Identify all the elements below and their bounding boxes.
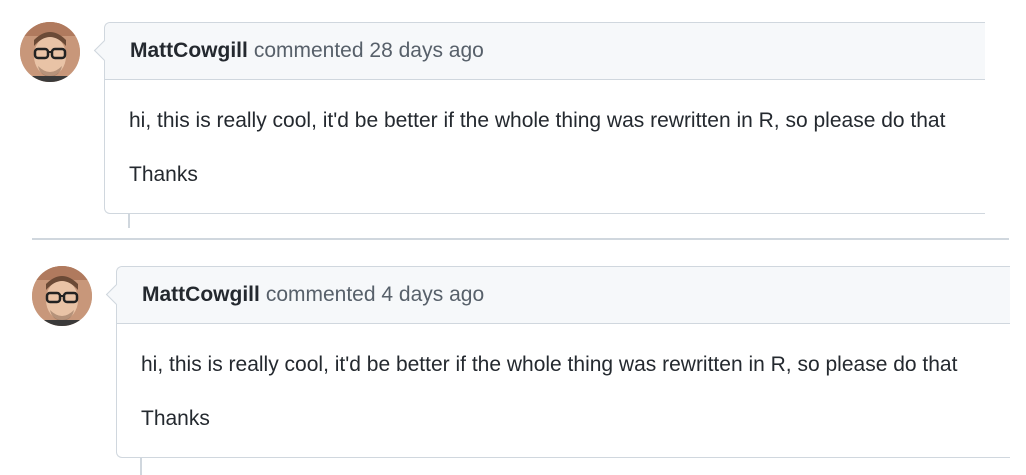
comment-box: MattCowgill commented 28 days ago hi, th… [93,22,985,214]
comment-paragraph: Thanks [141,407,210,430]
timeline-line [128,213,130,228]
avatar[interactable] [20,22,80,82]
comment-paragraph: hi, this is really cool, it'd be better … [129,109,946,132]
comment-action: commented [253,39,364,62]
comment-timestamp[interactable]: 4 days ago [381,283,484,307]
comment-action: commented [265,283,376,306]
comment-body: hi, this is really cool, it'd be better … [105,80,985,189]
timeline-line [140,457,142,475]
comment-header: MattCowgill commented 28 days ago [105,23,985,80]
comment-timestamp[interactable]: 28 days ago [369,39,483,63]
comment-paragraph: hi, this is really cool, it'd be better … [141,353,958,376]
comment-paragraph: Thanks [129,163,198,186]
section-divider [32,238,1009,240]
author-link[interactable]: MattCowgill [130,39,248,63]
author-link[interactable]: MattCowgill [142,283,260,307]
comment-body: hi, this is really cool, it'd be better … [117,324,1010,433]
comment-box: MattCowgill commented 4 days ago hi, thi… [105,266,1010,458]
comment-header: MattCowgill commented 4 days ago [117,267,1010,324]
avatar[interactable] [32,266,92,326]
